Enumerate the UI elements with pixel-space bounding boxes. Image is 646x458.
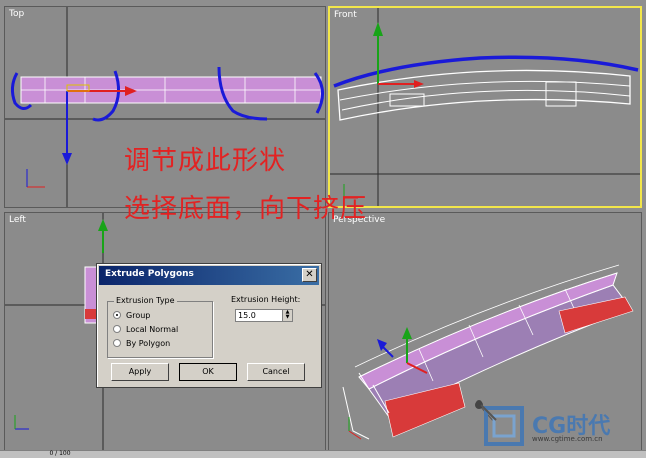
apply-button[interactable]: Apply <box>111 363 169 381</box>
axis-gizmo-icon <box>26 169 45 188</box>
radio-label-by-polygon: By Polygon <box>126 338 171 348</box>
radio-icon[interactable] <box>113 339 121 347</box>
close-icon[interactable]: ✕ <box>302 268 317 282</box>
extrusion-height-label: Extrusion Height: <box>231 295 301 304</box>
dialog-title: Extrude Polygons <box>105 269 194 279</box>
extrusion-type-label: Extrusion Type <box>114 296 177 305</box>
cg-logo-icon <box>476 400 524 446</box>
logo-url: www.cgtime.com.cn <box>532 435 603 443</box>
viewport-label-left[interactable]: Left <box>9 215 26 225</box>
spinner-arrows-icon[interactable]: ▲ ▼ <box>282 310 292 321</box>
extrusion-height-spinner[interactable]: 15.0 ▲ ▼ <box>235 309 293 322</box>
viewport-label-front[interactable]: Front <box>334 10 357 20</box>
time-slider-frame[interactable]: 0 / 100 <box>20 451 100 457</box>
radio-icon[interactable] <box>113 325 121 333</box>
extrude-polygons-dialog[interactable]: Extrude Polygons ✕ Extrusion Type Group … <box>96 263 322 388</box>
transform-gizmo-icon[interactable] <box>98 219 108 253</box>
radio-icon[interactable] <box>113 311 121 319</box>
radio-label-local-normal: Local Normal <box>126 324 179 334</box>
watermark-logo: CG时代 www.cgtime.com.cn <box>476 400 646 450</box>
viewport-front[interactable]: Front <box>328 6 642 208</box>
cancel-button[interactable]: Cancel <box>247 363 305 381</box>
annotation-line-2: 选择底面，向下挤压 <box>124 194 368 224</box>
transform-gizmo-icon[interactable] <box>373 22 424 88</box>
front-viewport-canvas <box>330 8 640 206</box>
radio-local-normal[interactable]: Local Normal <box>113 323 178 335</box>
dialog-titlebar[interactable]: Extrude Polygons ✕ <box>99 266 319 285</box>
ok-button[interactable]: OK <box>179 363 237 381</box>
viewport-top[interactable]: Top <box>4 6 326 208</box>
annotation-line-1: 调节成此形状 <box>124 146 287 176</box>
axis-gizmo-icon <box>14 415 29 430</box>
viewport-label-top[interactable]: Top <box>9 9 24 19</box>
extrusion-height-value[interactable]: 15.0 <box>238 311 256 320</box>
radio-label-group: Group <box>126 310 151 320</box>
radio-group[interactable]: Group <box>113 309 150 321</box>
radio-by-polygon[interactable]: By Polygon <box>113 337 170 349</box>
top-viewport-canvas <box>5 7 325 207</box>
